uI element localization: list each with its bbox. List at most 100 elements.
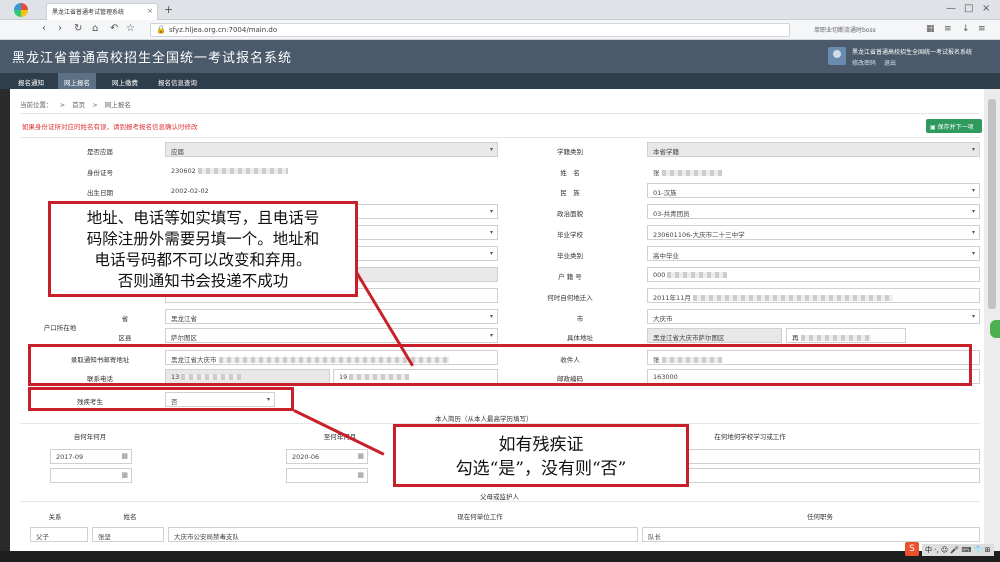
- school-select[interactable]: 230601106-大庆市二十三中学 ▾: [647, 225, 980, 240]
- label-school: 毕业学校: [557, 231, 583, 239]
- province-select[interactable]: 黑龙江省 ▾: [165, 309, 498, 324]
- tab-title: 黑龙江省普通考试管理系统: [52, 9, 125, 16]
- calendar-icon[interactable]: ▦: [357, 452, 364, 460]
- moved-in-value: 2011年11月: [653, 294, 691, 302]
- from-date-input-2[interactable]: ▦: [50, 468, 132, 483]
- star-icon[interactable]: ☆: [126, 23, 135, 34]
- status-type-value: 本省学籍: [653, 148, 679, 156]
- guardian-name-value: 张坚: [98, 533, 111, 541]
- reload-icon[interactable]: ↻: [74, 23, 82, 34]
- nav-notice[interactable]: 报名通知: [12, 73, 50, 89]
- label-province: 省: [121, 315, 129, 323]
- apps-icon[interactable]: ▦: [926, 24, 935, 34]
- calendar-icon[interactable]: ▦: [357, 471, 364, 479]
- redacted-mask: [800, 335, 871, 341]
- taskbar: [0, 551, 1000, 562]
- nav-registration-query[interactable]: 报名信息查询: [152, 73, 203, 89]
- name-value: 张: [653, 169, 660, 177]
- app-nav: 报名通知 网上报名 网上缴费 报名信息查询: [0, 73, 1000, 89]
- political-status-select[interactable]: 03-共青团员 ▾: [647, 204, 980, 219]
- divider: [20, 137, 980, 138]
- annotation-note-line: 码除注册外需要另填一个。地址和: [86, 230, 320, 248]
- city-select[interactable]: 大庆市 ▾: [647, 309, 980, 324]
- logout-link[interactable]: 退出: [884, 60, 896, 67]
- district-select[interactable]: 萨尔图区 ▾: [165, 328, 498, 343]
- download-icon[interactable]: ↓: [962, 24, 970, 34]
- detail-address-input[interactable]: 再: [786, 328, 906, 343]
- resume-title: 本人简历（从本人最高学历填写）: [435, 415, 533, 423]
- app-title: 黑龙江省普通高校招生全国统一考试报名系统: [12, 51, 293, 66]
- political-status-value: 03-共青团员: [653, 210, 690, 218]
- chevron-down-icon: ▾: [971, 146, 975, 153]
- user-links: 修改密码 退出: [852, 58, 902, 67]
- to-date-input[interactable]: 2020-06 ▦: [286, 449, 368, 464]
- label-detail-address: 具体地址: [567, 334, 593, 342]
- forward-icon[interactable]: ›: [58, 23, 62, 34]
- minimize-icon[interactable]: —: [946, 3, 956, 14]
- label-id-number: 身份证号: [87, 169, 113, 177]
- chevron-down-icon: ▾: [489, 332, 493, 339]
- ime-logo-icon[interactable]: S: [905, 542, 919, 556]
- url-text: sfyz.hljea.org.cn:7004/main.do: [169, 26, 278, 34]
- ethnicity-value: 01-汉族: [653, 189, 677, 197]
- browser-tab[interactable]: 黑龙江省普通考试管理系统 ×: [46, 3, 158, 20]
- redacted-mask: [197, 168, 288, 174]
- household-number-field[interactable]: 000: [647, 267, 980, 282]
- calendar-icon[interactable]: ▦: [121, 471, 128, 479]
- label-household-number: 户 籍 号: [558, 273, 582, 281]
- guardian-title: 父母或监护人: [480, 493, 519, 501]
- chevron-down-icon: ▾: [489, 250, 493, 257]
- change-password-link[interactable]: 修改密码: [852, 60, 876, 67]
- more-icon[interactable]: ≡: [978, 24, 986, 34]
- scroll-thumb[interactable]: [988, 99, 996, 309]
- label-from-date: 自何年何月: [73, 433, 107, 441]
- user-name: 黑龙江省普通高校招生全国统一考试报名系统: [852, 49, 973, 56]
- tab-close-icon[interactable]: ×: [147, 7, 153, 15]
- city-value: 大庆市: [653, 315, 673, 323]
- label-graduation-type: 毕业类别: [557, 252, 583, 260]
- close-window-icon[interactable]: ×: [982, 3, 990, 14]
- maximize-icon[interactable]: □: [964, 3, 973, 14]
- breadcrumb-prefix: 当前位置：: [20, 101, 53, 109]
- float-widget-icon[interactable]: [990, 320, 1000, 338]
- divider: [20, 501, 980, 502]
- position-input[interactable]: 队长: [642, 527, 980, 542]
- status-type-select[interactable]: 本省学籍 ▾: [647, 142, 980, 157]
- search-hint[interactable]: 单职业切断流通时boss: [814, 25, 876, 34]
- url-bar[interactable]: 🔒 sfyz.hljea.org.cn:7004/main.do: [150, 23, 790, 37]
- breadcrumb-home[interactable]: 首页: [72, 101, 85, 109]
- fresh-graduate-select[interactable]: 应届 ▾: [165, 142, 498, 157]
- nav-online-registration[interactable]: 网上报名: [58, 73, 96, 89]
- nav-online-payment[interactable]: 网上缴费: [106, 73, 144, 89]
- moved-in-field[interactable]: 2011年11月: [647, 288, 980, 303]
- graduation-type-select[interactable]: 高中毕业 ▾: [647, 246, 980, 261]
- chevron-down-icon: ▾: [489, 208, 493, 215]
- annotation-disability-box: [28, 387, 294, 411]
- relation-input[interactable]: 父子: [30, 527, 88, 542]
- home-icon[interactable]: ⌂: [92, 23, 98, 34]
- ethnicity-select[interactable]: 01-汉族 ▾: [647, 183, 980, 198]
- chevron-down-icon: ▾: [489, 313, 493, 320]
- chevron-down-icon: ▾: [971, 208, 975, 215]
- undo-icon[interactable]: ↶: [110, 23, 118, 34]
- annotation-note-disability: 如有残疾证 勾选“是”，没有则“否”: [393, 424, 689, 487]
- calendar-icon[interactable]: ▦: [121, 452, 128, 460]
- save-icon: ▣: [930, 124, 938, 131]
- label-ethnicity: 民 族: [560, 189, 580, 197]
- work-unit-input[interactable]: 大庆市公安局禁毒支队: [168, 527, 638, 542]
- save-next-button[interactable]: ▣ 保存并下一项: [926, 119, 982, 133]
- system-tray[interactable]: 中 ·, ☺ 🎤 ⌨ 👕 ⊞: [922, 544, 994, 556]
- browser-tabbar: 黑龙江省普通考试管理系统 × + — □ ×: [0, 0, 1000, 20]
- menu-icon[interactable]: ≡: [944, 24, 952, 34]
- label-status-type: 学籍类别: [557, 148, 583, 156]
- label-city: 市: [576, 315, 584, 323]
- work-unit-value: 大庆市公安局禁毒支队: [174, 533, 239, 541]
- from-date-input[interactable]: 2017-09 ▦: [50, 449, 132, 464]
- new-tab-icon[interactable]: +: [164, 3, 173, 16]
- breadcrumb: 当前位置： > 首页 > 网上报名: [20, 99, 136, 109]
- back-icon[interactable]: ‹: [42, 23, 46, 34]
- to-date-input-2[interactable]: ▦: [286, 468, 368, 483]
- guardian-name-input[interactable]: 张坚: [92, 527, 164, 542]
- label-name: 姓 名: [560, 169, 580, 177]
- divider: [20, 113, 980, 114]
